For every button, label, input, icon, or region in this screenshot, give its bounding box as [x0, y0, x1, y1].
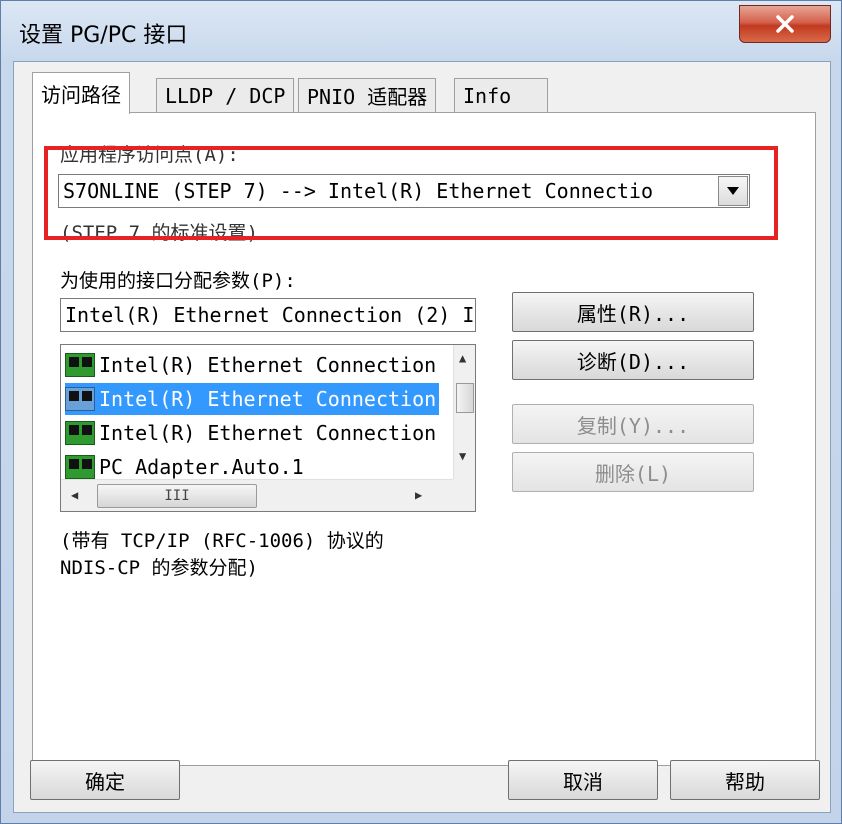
- list-item-label: PC Adapter.Auto.1: [99, 455, 304, 479]
- list-item[interactable]: Intel(R) Ethernet Connection: [65, 349, 439, 381]
- description-line: (带有 TCP/IP (RFC-1006) 协议的: [60, 530, 384, 552]
- close-button[interactable]: [739, 5, 831, 43]
- window-title: 设置 PG/PC 接口: [19, 23, 188, 48]
- help-button[interactable]: 帮助: [670, 760, 820, 800]
- horizontal-scrollbar[interactable]: ◀ III ▶: [61, 479, 455, 511]
- scrollbar-corner: [453, 479, 475, 511]
- diagnostics-button[interactable]: 诊断(D)...: [512, 340, 754, 380]
- close-icon: [776, 15, 794, 33]
- tab-info[interactable]: Info: [454, 78, 548, 112]
- network-card-icon: [65, 353, 95, 377]
- interface-value-field[interactable]: Intel(R) Ethernet Connection (2) I: [60, 298, 476, 332]
- delete-button[interactable]: 删除(L): [512, 452, 754, 492]
- list-item-label: Intel(R) Ethernet Connection: [99, 353, 437, 377]
- interface-list[interactable]: Intel(R) Ethernet Connection Intel(R) Et…: [60, 344, 476, 512]
- dialog-client: 访问路径 LLDP / DCP PNIO 适配器 Info 应用程序访问点(A)…: [13, 61, 831, 813]
- scroll-down-icon[interactable]: ▼: [459, 449, 466, 463]
- list-item-selected[interactable]: Intel(R) Ethernet Connection: [65, 383, 439, 415]
- scroll-left-icon[interactable]: ◀: [71, 488, 78, 502]
- tab-access-path[interactable]: 访问路径: [32, 72, 130, 114]
- tab-lldp-dcp[interactable]: LLDP / DCP: [156, 78, 295, 112]
- network-card-icon: [65, 421, 95, 445]
- network-card-icon: [65, 455, 95, 479]
- list-item-label: Intel(R) Ethernet Connection: [99, 387, 437, 411]
- vertical-scroll-thumb[interactable]: [456, 383, 474, 413]
- scroll-up-icon[interactable]: ▲: [459, 351, 466, 365]
- ok-button[interactable]: 确定: [30, 760, 180, 800]
- scroll-right-icon[interactable]: ▶: [415, 488, 422, 502]
- chevron-down-icon: [727, 187, 739, 195]
- interface-label: 为使用的接口分配参数(P):: [60, 270, 296, 292]
- access-point-note: (STEP 7 的标准设置): [60, 222, 258, 244]
- cancel-button[interactable]: 取消: [508, 760, 658, 800]
- list-item-label: Intel(R) Ethernet Connection: [99, 421, 437, 445]
- copy-button[interactable]: 复制(Y)...: [512, 404, 754, 444]
- properties-button[interactable]: 属性(R)...: [512, 292, 754, 332]
- interface-description: (带有 TCP/IP (RFC-1006) 协议的 NDIS-CP 的参数分配): [60, 528, 384, 582]
- network-card-icon: [65, 387, 95, 411]
- horizontal-scroll-thumb[interactable]: III: [97, 484, 257, 508]
- description-line: NDIS-CP 的参数分配): [60, 557, 258, 579]
- access-point-value: S7ONLINE (STEP 7) --> Intel(R) Ethernet …: [63, 179, 654, 203]
- dropdown-arrow-button[interactable]: [718, 176, 748, 206]
- access-point-label: 应用程序访问点(A):: [60, 144, 239, 166]
- vertical-scrollbar[interactable]: ▲ ▼: [453, 345, 475, 479]
- dialog-window: 设置 PG/PC 接口 访问路径 LLDP / DCP PNIO 适配器 Inf…: [0, 0, 842, 824]
- list-item[interactable]: Intel(R) Ethernet Connection: [65, 417, 439, 449]
- access-point-dropdown[interactable]: S7ONLINE (STEP 7) --> Intel(R) Ethernet …: [58, 174, 750, 208]
- tab-pnio-adapter[interactable]: PNIO 适配器: [298, 78, 437, 112]
